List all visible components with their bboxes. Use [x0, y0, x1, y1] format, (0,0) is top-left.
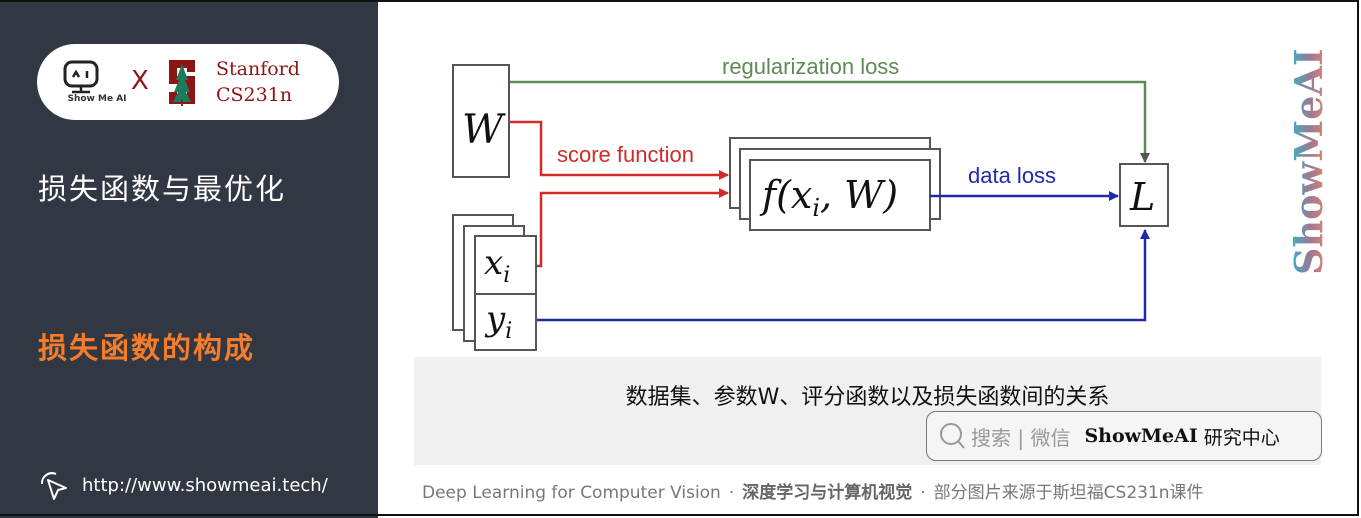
data-loss-label: data loss: [968, 163, 1056, 188]
section-title: 损失函数的构成: [38, 331, 256, 365]
website-url[interactable]: http://www.showmeai.tech/: [82, 475, 328, 496]
label-loss-arrow: [536, 229, 1150, 322]
collab-x: X: [131, 66, 149, 96]
footer-separator: ·: [728, 483, 735, 503]
course-title: 损失函数与最优化: [38, 172, 287, 206]
showmeai-watermark: ShowMeAI: [1290, 48, 1330, 275]
caption-band: 数据集、参数W、评分函数以及损失函数间的关系 搜索 | 微信 ShowMeAI …: [414, 357, 1322, 465]
search-icon: [940, 423, 965, 449]
footer-separator-2: ·: [920, 483, 926, 503]
wechat-search-box[interactable]: 搜索 | 微信 ShowMeAI 研究中心: [926, 411, 1322, 461]
course-code: CS231n: [216, 84, 293, 106]
f-node-label: f(xi, W): [759, 173, 898, 222]
brand-logo-pill: Show Me AI X Stanford CS231n: [37, 44, 339, 120]
footer: Deep Learning for Computer Vision · 深度学习与计…: [422, 478, 1204, 503]
search-brand: ShowMeAI: [1084, 425, 1198, 447]
l-node-label: L: [1129, 175, 1155, 219]
score-function-label: score function: [557, 142, 694, 167]
loss-function-diagram: regularization loss W score function f(x…: [410, 30, 1210, 360]
footer-course-cn: 深度学习与计算机视觉: [742, 483, 913, 503]
footer-course-en: Deep Learning for Computer Vision: [422, 483, 721, 503]
search-brand-suffix: 研究中心: [1203, 426, 1280, 449]
search-hint: 搜索 | 微信: [971, 425, 1071, 450]
website-link[interactable]: http://www.showmeai.tech/: [36, 468, 328, 502]
w-node-label: W: [462, 107, 506, 153]
cursor-click-icon: [40, 472, 67, 500]
showmeai-logo-text: Show Me AI: [67, 94, 127, 104]
stanford-course-label: Stanford CS231n: [216, 56, 300, 108]
figure-caption: 数据集、参数W、评分函数以及损失函数间的关系: [625, 385, 1110, 410]
score-arrow-from-x: [536, 188, 729, 268]
stanford-name: Stanford: [216, 58, 300, 80]
diagram-svg: regularization loss W score function f(x…: [452, 54, 1169, 351]
regularization-loss-label: regularization loss: [722, 54, 899, 79]
stanford-s-icon: [169, 60, 195, 106]
sidebar: Show Me AI X Stanford CS231n 损失函数与最优化 损失…: [0, 0, 378, 518]
watermark-text: ShowMeAI: [1290, 48, 1330, 275]
footer-credit: 部分图片来源于斯坦福CS231n课件: [933, 483, 1204, 503]
